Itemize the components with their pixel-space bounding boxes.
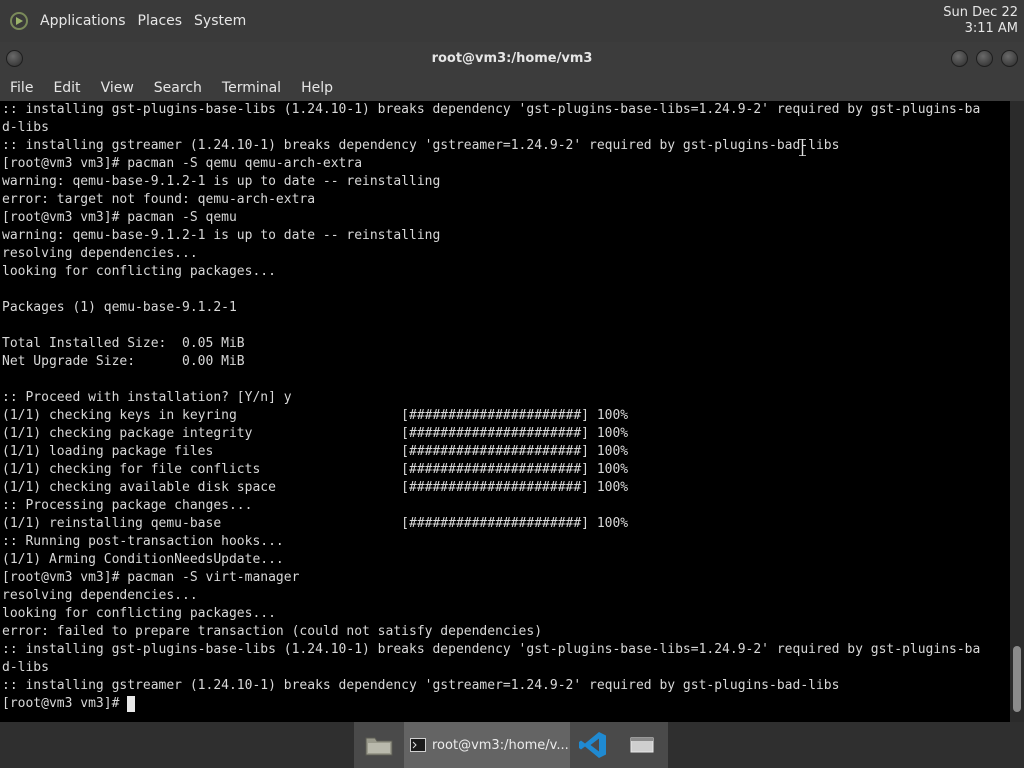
terminal-line: (1/1) loading package files [###########…: [2, 444, 629, 459]
file-manager-icon: [365, 737, 393, 756]
terminal-line: (1/1) checking for file conflicts [#####…: [2, 462, 629, 477]
ibeam-cursor-icon: [799, 139, 806, 156]
applications-logo-icon[interactable]: [10, 12, 28, 30]
menu-search[interactable]: Search: [144, 80, 212, 96]
terminal-line: d-libs: [2, 660, 49, 675]
terminal-line: :: Running post-transaction hooks...: [2, 534, 284, 549]
terminal-output[interactable]: :: installing gst-plugins-base-libs (1.2…: [0, 101, 1010, 722]
taskbar-vscode[interactable]: [570, 722, 616, 768]
terminal-line: error: failed to prepare transaction (co…: [2, 624, 543, 639]
terminal-line: (1/1) checking keys in keyring [########…: [2, 408, 629, 423]
terminal-line: (1/1) checking package integrity [######…: [2, 426, 629, 441]
terminal-line: Net Upgrade Size: 0.00 MiB: [2, 354, 245, 369]
places-menu[interactable]: Places: [132, 13, 189, 29]
terminal-line: looking for conflicting packages...: [2, 264, 276, 279]
terminal-line: resolving dependencies...: [2, 588, 198, 603]
terminal-scrollbar[interactable]: [1010, 101, 1024, 722]
terminal-line: looking for conflicting packages...: [2, 606, 276, 621]
terminal-line: d-libs: [2, 120, 49, 135]
terminal-line: Packages (1) qemu-base-9.1.2-1: [2, 300, 237, 315]
window-title: root@vm3:/home/vm3: [431, 50, 593, 66]
taskbar: root@vm3:/home/v...: [354, 722, 668, 768]
menu-view[interactable]: View: [91, 80, 144, 96]
menu-terminal[interactable]: Terminal: [212, 80, 291, 96]
terminal-line: [root@vm3 vm3]# pacman -S qemu qemu-arch…: [2, 156, 363, 171]
maximize-button[interactable]: [976, 50, 993, 67]
terminal-line: (1/1) Arming ConditionNeedsUpdate...: [2, 552, 284, 567]
top-panel: Applications Places System Sun Dec 22 3:…: [0, 0, 1024, 42]
taskbar-window[interactable]: [616, 722, 668, 768]
clock-time: 3:11 AM: [964, 21, 1018, 36]
menu-file[interactable]: File: [0, 80, 43, 96]
terminal-line: :: installing gstreamer (1.24.10-1) brea…: [2, 138, 840, 153]
terminal-line: resolving dependencies...: [2, 246, 198, 261]
window-icon: [630, 737, 654, 753]
terminal-line: [root@vm3 vm3]# pacman -S virt-manager: [2, 570, 300, 585]
menu-help[interactable]: Help: [291, 80, 343, 96]
taskbar-file-manager[interactable]: [354, 722, 404, 768]
terminal-line: :: installing gst-plugins-base-libs (1.2…: [2, 102, 981, 117]
taskbar-terminal-label: root@vm3:/home/v...: [432, 737, 569, 753]
terminal-line: error: target not found: qemu-arch-extra: [2, 192, 316, 207]
terminal-line: (1/1) reinstalling qemu-base [##########…: [2, 516, 629, 531]
bottom-panel: root@vm3:/home/v...: [0, 722, 1024, 768]
vscode-icon: [579, 732, 606, 758]
terminal-line: [root@vm3 vm3]# pacman -S qemu: [2, 210, 237, 225]
menu-edit[interactable]: Edit: [43, 80, 90, 96]
taskbar-terminal[interactable]: root@vm3:/home/v...: [404, 722, 570, 768]
clock[interactable]: Sun Dec 22 3:11 AM: [943, 5, 1018, 37]
clock-date: Sun Dec 22: [943, 5, 1018, 20]
minimize-button[interactable]: [951, 50, 968, 67]
terminal-line: (1/1) checking available disk space [###…: [2, 480, 629, 495]
window-title-bar[interactable]: root@vm3:/home/vm3: [0, 42, 1024, 74]
terminal-line: warning: qemu-base-9.1.2-1 is up to date…: [2, 228, 441, 243]
text-cursor: [127, 696, 136, 712]
terminal-line: :: Proceed with installation? [Y/n] y: [2, 390, 292, 405]
applications-menu[interactable]: Applications: [34, 13, 132, 29]
system-menu[interactable]: System: [188, 13, 252, 29]
terminal-line: :: installing gstreamer (1.24.10-1) brea…: [2, 678, 840, 693]
terminal-line: :: installing gst-plugins-base-libs (1.2…: [2, 642, 981, 657]
terminal-icon: [410, 738, 426, 752]
window-menu-button[interactable]: [6, 50, 23, 67]
scrollbar-thumb[interactable]: [1013, 646, 1021, 712]
menu-bar: File Edit View Search Terminal Help: [0, 74, 1024, 101]
terminal-line: Total Installed Size: 0.05 MiB: [2, 336, 245, 351]
terminal-line: :: Processing package changes...: [2, 498, 253, 513]
terminal-lines: :: installing gst-plugins-base-libs (1.2…: [0, 101, 1010, 695]
close-button[interactable]: [1001, 50, 1018, 67]
prompt: [root@vm3 vm3]#: [2, 696, 128, 711]
terminal-prompt-line[interactable]: [root@vm3 vm3]#: [0, 695, 1010, 713]
terminal-line: warning: qemu-base-9.1.2-1 is up to date…: [2, 174, 441, 189]
